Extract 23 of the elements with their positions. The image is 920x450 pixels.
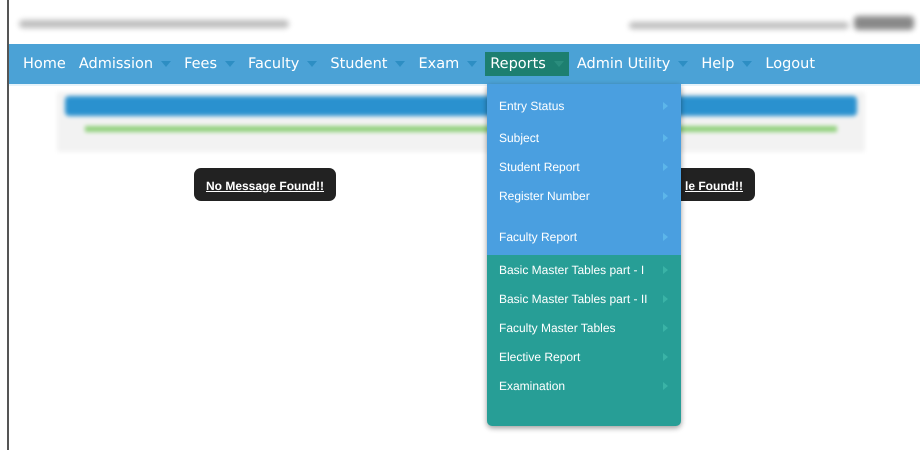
nav-menu-item[interactable]: Fees [179,52,240,76]
menu-item[interactable]: Subject [487,123,681,152]
nav-menu-item[interactable]: Admission [74,52,176,76]
message-link[interactable]: le Found!! [685,179,743,193]
nav-menu-item[interactable]: Home [18,52,71,76]
menu-item[interactable]: Entry Status [487,84,681,123]
nav-menu-item[interactable]: Exam [413,52,482,76]
menu-item[interactable]: Elective Report [487,342,681,371]
nav-menu-item[interactable]: Faculty [243,52,322,76]
menu-item[interactable]: Faculty Report [487,210,681,255]
menu-item[interactable]: Register Number [487,181,681,210]
message-link[interactable]: No Message Found!! [206,179,324,193]
nav-menu-item[interactable]: Admin Utility [572,52,694,76]
menu-item[interactable]: Faculty Master Tables [487,313,681,342]
nav-menu-item[interactable]: Student [325,52,410,76]
nav-menu-item[interactable]: Reports [485,52,569,76]
blurred-logo [854,16,914,30]
menu-item[interactable]: Basic Master Tables part - I [487,255,681,284]
menu-item[interactable]: Basic Master Tables part - II [487,284,681,313]
nav-menu-item[interactable]: Logout [760,52,820,76]
nav-menu-item[interactable]: Help [696,52,758,76]
menu-item[interactable]: Examination [487,371,681,400]
menu-item[interactable]: Student Report [487,152,681,181]
